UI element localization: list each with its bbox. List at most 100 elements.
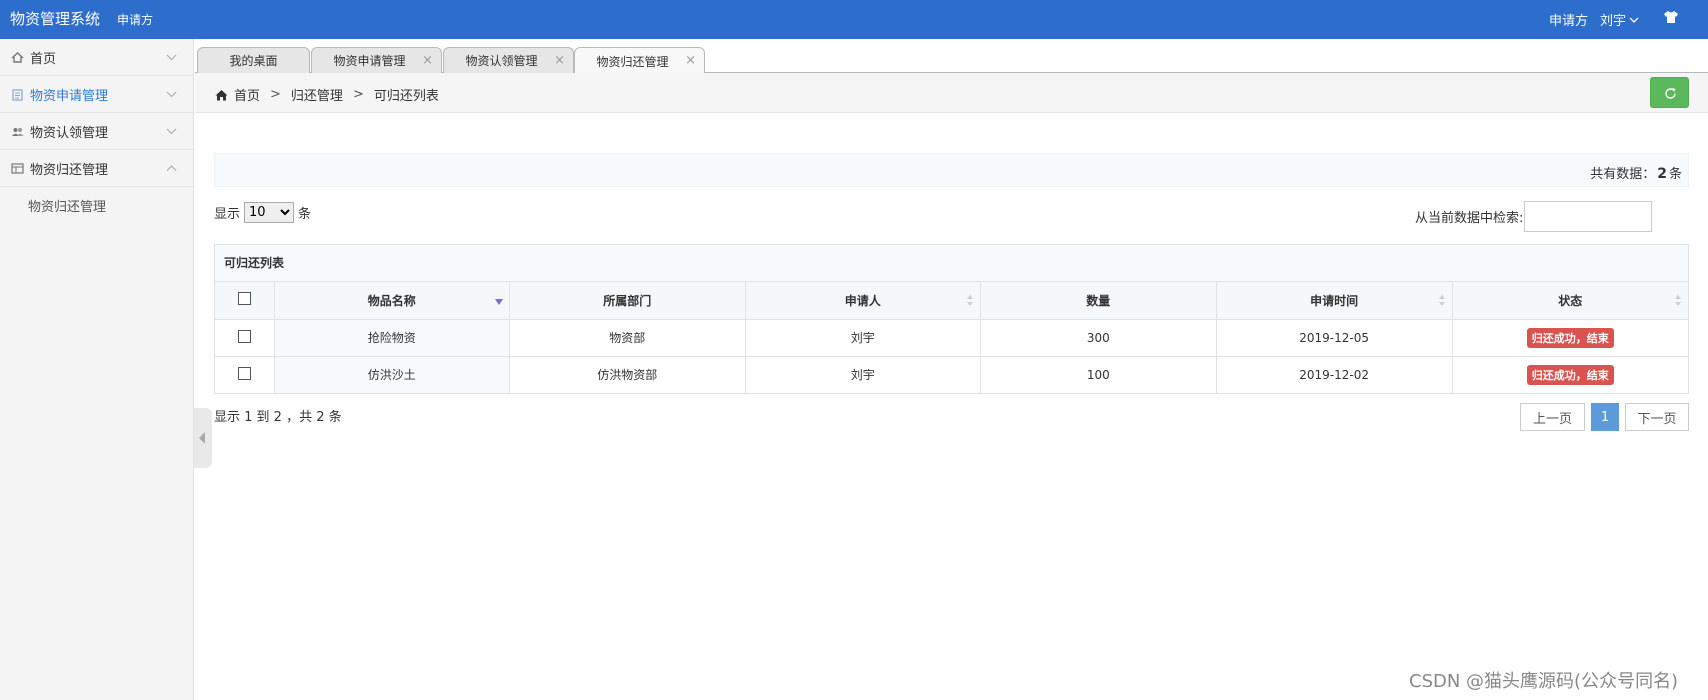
home-icon [215, 89, 228, 100]
cell-name: 仿洪沙土 [274, 356, 511, 393]
sidebar-item-claim[interactable]: 物资认领管理 [0, 113, 193, 150]
sort-both-icon [1438, 295, 1445, 306]
sort-both-icon [966, 295, 973, 306]
page-length-select[interactable]: 10 [244, 202, 295, 223]
sidebar-item-return[interactable]: 物资归还管理 [0, 150, 193, 187]
user-menu[interactable]: 刘宇 [1600, 10, 1639, 29]
chevron-down-icon [166, 54, 177, 61]
user-name: 刘宇 [1600, 14, 1627, 29]
sort-desc-icon [495, 299, 504, 305]
cell-applicant: 刘宇 [745, 319, 981, 357]
sidebar-item-home[interactable]: 首页 [0, 39, 193, 76]
close-icon[interactable]: × [685, 53, 696, 68]
close-icon[interactable]: × [422, 53, 433, 68]
select-all-cell [215, 282, 275, 320]
cell-qty: 300 [980, 319, 1217, 357]
cell-date: 2019-12-05 [1216, 319, 1453, 357]
breadcrumb-bar: 首页 > 归还管理 > 可归还列表 [195, 73, 1708, 113]
data-summary: 共有数据： 2 条 [214, 153, 1689, 187]
row-select-cell [215, 319, 275, 357]
tab-label: 物资归还管理 [596, 54, 669, 69]
status-badge: 归还成功，结束 [1526, 327, 1614, 348]
chevron-down-icon [1629, 17, 1639, 23]
sidebar-collapse-handle[interactable] [194, 408, 212, 468]
sort-both-icon [1675, 295, 1681, 306]
column-header-label: 申请人 [844, 293, 881, 308]
summary-suffix: 条 [1668, 167, 1682, 182]
tshirt-icon[interactable] [1663, 9, 1679, 25]
cell-applicant: 刘宇 [745, 356, 981, 393]
chevron-down-icon [166, 91, 177, 98]
close-icon[interactable]: × [554, 53, 565, 68]
top-header: 物资管理系统 申请方 申请方 刘宇 [0, 0, 1708, 39]
breadcrumb-level2[interactable]: 归还管理 [291, 85, 343, 104]
next-page-button[interactable]: 下一页 [1625, 403, 1689, 431]
row-select-cell [215, 356, 275, 393]
summary-prefix: 共有数据： [1590, 167, 1656, 182]
tabs-bar: 我的桌面 物资申请管理 × 物资认领管理 × 物资归还管理 × [195, 39, 1708, 74]
app-title: 物资管理系统 [10, 10, 101, 28]
page-1-button[interactable]: 1 [1591, 403, 1619, 431]
cell-name: 抢险物资 [274, 319, 511, 357]
page-length-control: 显示 10 条 [214, 202, 311, 223]
search-input[interactable] [1524, 201, 1653, 232]
status-badge: 归还成功，结束 [1526, 364, 1614, 385]
cell-status: 归还成功，结束 [1452, 319, 1688, 357]
tab-desktop[interactable]: 我的桌面 [197, 47, 310, 73]
pagination-info: 显示 1 到 2 ，共 2 条 [214, 410, 342, 425]
table-search: 从当前数据中检索: [1415, 201, 1653, 232]
returnable-table: 可归还列表 物品名称 所属部门 申请人 数量 申请时间 状态 抢险物资 物资部 … [214, 244, 1689, 394]
tab-label: 物资认领管理 [465, 54, 538, 68]
length-prefix: 显示 [214, 207, 241, 222]
table-row: 抢险物资 物资部 刘宇 300 2019-12-05 归还成功，结束 [215, 319, 1688, 357]
sidebar-subitem-return-manage[interactable]: 物资归还管理 [0, 187, 193, 224]
tab-apply[interactable]: 物资申请管理 × [311, 47, 442, 73]
cell-date: 2019-12-02 [1216, 356, 1453, 393]
home-icon [11, 51, 24, 63]
table-caption: 可归还列表 [215, 245, 1688, 282]
column-header-label: 状态 [1558, 293, 1583, 308]
column-header-date[interactable]: 申请时间 [1216, 282, 1453, 320]
column-header-applicant[interactable]: 申请人 [745, 282, 981, 320]
breadcrumb-current: 可归还列表 [373, 89, 439, 104]
sidebar-item-label: 物资归还管理 [30, 162, 109, 178]
tab-claim[interactable]: 物资认领管理 × [443, 47, 574, 73]
sidebar-item-apply[interactable]: 物资申请管理 [0, 76, 193, 113]
select-all-checkbox[interactable] [237, 292, 251, 306]
column-header-name[interactable]: 物品名称 [274, 282, 511, 320]
role-label: 申请方 [117, 13, 154, 27]
table-row: 仿洪沙土 仿洪物资部 刘宇 100 2019-12-02 归还成功，结束 [215, 356, 1688, 393]
prev-page-button[interactable]: 上一页 [1520, 403, 1585, 431]
users-icon [12, 127, 24, 136]
watermark: CSDN @猫头鹰源码(公众号同名) [1409, 671, 1679, 692]
chevron-down-icon [166, 128, 177, 135]
header-role-label: 申请方 [1549, 14, 1589, 29]
breadcrumb: 首页 > 归还管理 > 可归还列表 [215, 85, 439, 104]
cell-dept: 仿洪物资部 [509, 356, 746, 393]
column-header-qty: 数量 [980, 282, 1217, 320]
chevron-up-icon [166, 165, 177, 171]
total-count-text: 共有数据： 2 条 [1590, 163, 1682, 182]
total-count: 2 [1657, 166, 1667, 182]
column-header-label: 数量 [1086, 293, 1111, 308]
caret-left-icon [199, 432, 205, 444]
refresh-icon [1665, 88, 1676, 99]
sidebar-item-label: 物资认领管理 [30, 125, 109, 141]
sidebar-item-label: 首页 [30, 51, 57, 67]
tab-return[interactable]: 物资归还管理 × [574, 47, 705, 74]
length-suffix: 条 [298, 207, 312, 222]
data-table: 物品名称 所属部门 申请人 数量 申请时间 状态 抢险物资 物资部 刘宇 300… [215, 282, 1688, 393]
search-label: 从当前数据中检索: [1415, 211, 1524, 226]
breadcrumb-home[interactable]: 首页 [234, 85, 260, 104]
table-header-row: 物品名称 所属部门 申请人 数量 申请时间 状态 [215, 282, 1688, 320]
clipboard-icon [12, 88, 23, 101]
column-header-label: 物品名称 [367, 293, 416, 308]
sidebar: 首页 物资申请管理 物资认领管理 物资归还管理 物资归还管理 [0, 39, 194, 700]
column-header-status[interactable]: 状态 [1452, 282, 1688, 320]
refresh-button[interactable] [1650, 77, 1689, 108]
tab-label: 物资申请管理 [333, 54, 406, 68]
row-checkbox[interactable] [237, 329, 251, 343]
sidebar-item-label: 物资申请管理 [30, 88, 109, 104]
row-checkbox[interactable] [237, 366, 251, 380]
sidebar-subitem-label: 物资归还管理 [28, 200, 107, 215]
